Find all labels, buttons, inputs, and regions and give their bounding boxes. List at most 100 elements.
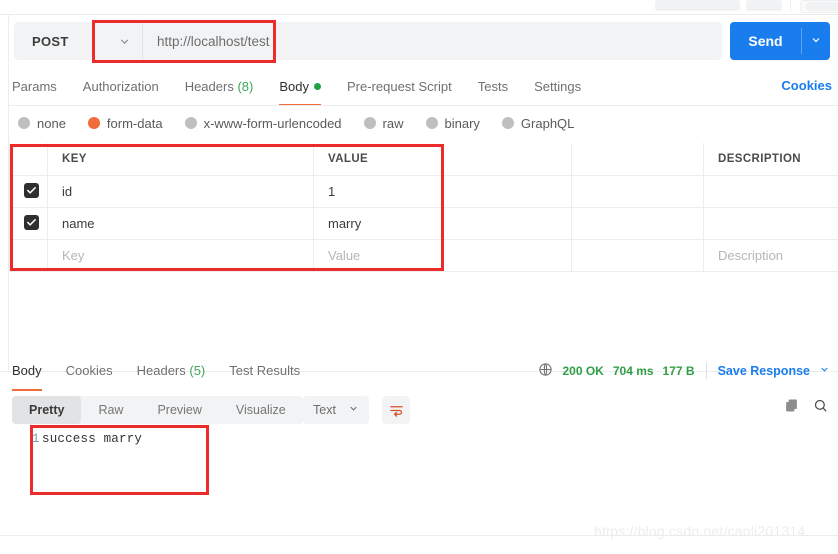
globe-icon	[538, 362, 553, 380]
placeholder-divider	[790, 1, 791, 11]
row-checkbox-cell[interactable]	[10, 175, 48, 207]
tab-authorization[interactable]: Authorization	[70, 76, 172, 102]
header-checkbox-cell	[10, 143, 48, 175]
row-spacer	[572, 239, 704, 271]
tab-params[interactable]: Params	[12, 76, 70, 102]
row-description[interactable]	[704, 207, 838, 239]
row-key[interactable]: name	[48, 207, 314, 239]
radio-icon	[185, 117, 197, 129]
row-checkbox-cell[interactable]	[10, 207, 48, 239]
response-body[interactable]: 1 success marry	[12, 432, 822, 522]
tab-label: Tests	[478, 79, 508, 94]
checkbox-checked-icon[interactable]	[24, 215, 39, 230]
response-tabs: Body Cookies Headers (5) Test Results	[12, 360, 312, 388]
response-tab-body[interactable]: Body	[12, 360, 54, 386]
word-wrap-icon[interactable]	[382, 396, 410, 424]
placeholder-bar-1	[655, 0, 740, 11]
radio-icon-selected	[88, 117, 100, 129]
meta-divider	[706, 363, 707, 379]
radio-form-data[interactable]: form-data	[88, 116, 163, 131]
view-preview-button[interactable]: Preview	[140, 396, 218, 424]
radio-none[interactable]: none	[18, 116, 66, 131]
tab-pre-request-script[interactable]: Pre-request Script	[334, 76, 465, 102]
chevron-down-icon[interactable]	[106, 22, 142, 60]
response-tab-headers[interactable]: Headers (5)	[125, 360, 218, 386]
top-placeholder-strip	[0, 0, 838, 14]
tab-label: Settings	[534, 79, 581, 94]
chevron-down-icon[interactable]	[802, 34, 830, 49]
response-actions	[784, 398, 828, 416]
request-url-bar: POST http://localhost/test	[14, 22, 722, 60]
header-description: DESCRIPTION	[704, 143, 838, 175]
new-key-input[interactable]: Key	[48, 239, 314, 271]
body-active-dot-icon	[314, 83, 321, 90]
send-button[interactable]: Send	[730, 22, 830, 60]
radio-raw[interactable]: raw	[364, 116, 404, 131]
view-visualize-button[interactable]: Visualize	[219, 396, 303, 424]
radio-icon	[502, 117, 514, 129]
response-tab-cookies[interactable]: Cookies	[54, 360, 125, 386]
tab-count: (5)	[189, 363, 205, 378]
tab-label: Headers	[185, 79, 234, 94]
response-view-switch: Pretty Raw Preview Visualize	[12, 396, 303, 424]
row-value[interactable]: 1	[314, 175, 572, 207]
view-raw-button[interactable]: Raw	[81, 396, 140, 424]
radio-icon	[18, 117, 30, 129]
table-row: name marry	[10, 207, 838, 239]
tab-label: Cookies	[66, 363, 113, 378]
row-spacer	[572, 175, 704, 207]
tab-body[interactable]: Body	[266, 76, 334, 102]
tab-label: Body	[12, 363, 42, 378]
checkbox-checked-icon[interactable]	[24, 183, 39, 198]
save-response-button[interactable]: Save Response	[718, 364, 810, 378]
radio-x-www-form-urlencoded[interactable]: x-www-form-urlencoded	[185, 116, 342, 131]
tab-headers[interactable]: Headers (8)	[172, 76, 267, 102]
response-tab-test-results[interactable]: Test Results	[217, 360, 312, 386]
new-value-input[interactable]: Value	[314, 239, 572, 271]
response-body-text: success marry	[42, 432, 142, 446]
tab-label: Authorization	[83, 79, 159, 94]
tab-label: Body	[279, 79, 309, 94]
tab-label: Headers	[137, 363, 186, 378]
row-value[interactable]: marry	[314, 207, 572, 239]
row-description[interactable]	[704, 175, 838, 207]
watermark: https://blog.csdn.net/caoli201314	[594, 523, 838, 539]
request-tabs: Params Authorization Headers (8) Body Pr…	[12, 76, 824, 104]
row-key[interactable]: id	[48, 175, 314, 207]
table-placeholder-row: Key Value Description	[10, 239, 838, 271]
chevron-down-icon[interactable]	[348, 403, 359, 417]
radio-label: GraphQL	[521, 116, 574, 131]
http-method-label[interactable]: POST	[14, 22, 106, 60]
placeholder-bar-4	[806, 2, 838, 11]
header-spacer	[572, 143, 704, 175]
radio-binary[interactable]: binary	[426, 116, 480, 131]
view-pretty-button[interactable]: Pretty	[12, 396, 81, 424]
radio-label: x-www-form-urlencoded	[204, 116, 342, 131]
cookies-link[interactable]: Cookies	[781, 78, 832, 93]
send-button-label: Send	[730, 33, 801, 49]
url-input[interactable]: http://localhost/test	[143, 22, 722, 60]
code-line: 1 success marry	[12, 432, 822, 446]
radio-icon	[426, 117, 438, 129]
status-code: 200 OK	[562, 364, 603, 378]
new-description-input[interactable]: Description	[704, 239, 838, 271]
search-icon[interactable]	[813, 398, 828, 416]
tab-tests[interactable]: Tests	[465, 76, 521, 102]
tab-count: (8)	[237, 79, 253, 94]
table-row: id 1	[10, 175, 838, 207]
response-format-select[interactable]: Text	[303, 396, 369, 424]
tab-label: Pre-request Script	[347, 79, 452, 94]
chevron-down-icon[interactable]	[819, 364, 830, 378]
tab-label: Test Results	[229, 363, 300, 378]
top-divider	[0, 14, 838, 15]
body-type-radio-group: none form-data x-www-form-urlencoded raw…	[18, 113, 574, 133]
radio-label: raw	[383, 116, 404, 131]
copy-icon[interactable]	[784, 398, 799, 416]
radio-icon	[364, 117, 376, 129]
tab-settings[interactable]: Settings	[521, 76, 594, 102]
tab-label: Params	[12, 79, 57, 94]
response-time: 704 ms	[613, 364, 654, 378]
response-meta: 200 OK 704 ms 177 B Save Response	[538, 362, 830, 380]
radio-graphql[interactable]: GraphQL	[502, 116, 574, 131]
header-key: KEY	[48, 143, 314, 175]
